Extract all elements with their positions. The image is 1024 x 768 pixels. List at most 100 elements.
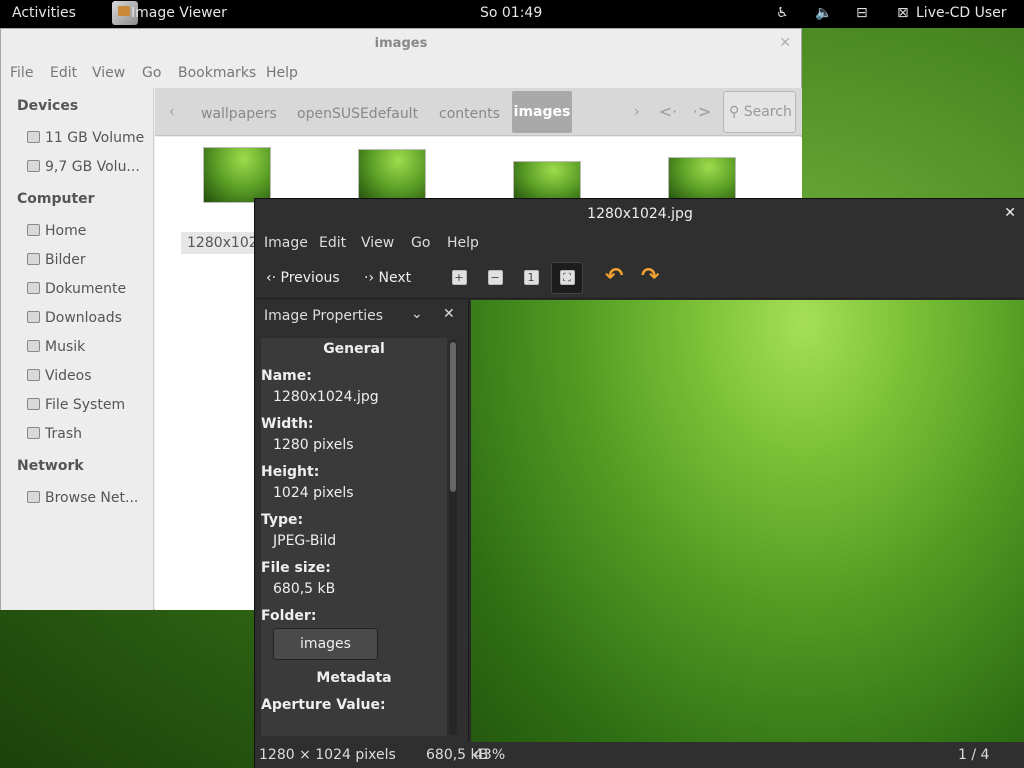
close-icon[interactable]: ✕: [779, 35, 791, 51]
volume-muted-icon[interactable]: 🔈: [815, 5, 832, 21]
metadata-heading: Metadata: [316, 670, 392, 686]
drive-icon: [27, 160, 40, 172]
zoom-out-icon[interactable]: −: [483, 266, 507, 290]
zoom-fit-icon[interactable]: ⛶: [555, 266, 579, 290]
window-title: images: [374, 36, 428, 51]
zoom-normal-icon[interactable]: 1: [519, 266, 543, 290]
file-thumbnail[interactable]: [203, 147, 271, 203]
menubar: File Edit View Go Bookmarks Help: [1, 59, 801, 87]
menu-file[interactable]: File: [10, 65, 33, 81]
menu-edit[interactable]: Edit: [319, 235, 346, 251]
height-value: 1024 pixels: [273, 485, 354, 501]
path-scroll-left-icon[interactable]: ‹: [169, 104, 175, 120]
sidebar-item-musik[interactable]: Musik: [27, 339, 152, 361]
drive-icon: [27, 131, 40, 143]
scrollbar-thumb[interactable]: [450, 342, 456, 492]
previous-icon: ‹·: [266, 270, 277, 286]
documents-folder-icon: [27, 282, 40, 294]
activities-button[interactable]: Activities: [12, 5, 76, 21]
path-item-images[interactable]: images: [512, 91, 572, 133]
pictures-folder-icon: [27, 253, 40, 265]
image-dimensions: 1280 × 1024 pixels: [259, 747, 396, 763]
aperture-label: Aperture Value:: [261, 697, 386, 713]
path-item-contents[interactable]: contents: [439, 106, 500, 122]
accessibility-icon[interactable]: ♿: [776, 5, 789, 21]
previous-button[interactable]: ‹· Previous: [266, 264, 340, 292]
general-heading: General: [323, 341, 385, 357]
zoom-in-icon[interactable]: +: [447, 266, 471, 290]
sidebar-item-downloads[interactable]: Downloads: [27, 310, 152, 332]
videos-folder-icon: [27, 369, 40, 381]
panel-title: Image Properties: [264, 308, 384, 324]
sidebar-item-volume-11gb[interactable]: 11 GB Volume: [27, 130, 152, 152]
sidebar-item-home[interactable]: Home: [27, 223, 152, 245]
toolbar: ‹· Previous ·› Next + − 1 ⛶ ↶ ↷: [255, 257, 1024, 299]
path-item-opensusedefault[interactable]: openSUSEdefault: [297, 106, 418, 122]
next-icon: ·›: [364, 270, 375, 286]
sidebar-item-trash[interactable]: Trash: [27, 426, 152, 448]
menu-view[interactable]: View: [361, 235, 394, 251]
search-icon: ⚲: [729, 104, 740, 120]
menu-go[interactable]: Go: [142, 65, 161, 81]
close-icon[interactable]: ✕: [443, 306, 455, 322]
window-title: 1280x1024.jpg: [255, 199, 1024, 229]
name-label: Name:: [261, 368, 312, 384]
rotate-left-icon[interactable]: ↶: [605, 264, 623, 289]
zoom-level: 43%: [474, 747, 506, 763]
sidebar-item-bilder[interactable]: Bilder: [27, 252, 152, 274]
path-item-wallpapers[interactable]: wallpapers: [201, 106, 277, 122]
type-label: Type:: [261, 512, 304, 528]
menu-bookmarks[interactable]: Bookmarks: [178, 65, 256, 81]
chevron-down-icon[interactable]: ⌄: [411, 306, 423, 322]
path-bar: ‹ wallpapers openSUSEdefault contents im…: [155, 88, 802, 136]
menu-edit[interactable]: Edit: [50, 65, 77, 81]
network-icon: [27, 491, 40, 503]
width-value: 1280 pixels: [273, 437, 354, 453]
menubar: Image Edit View Go Help: [255, 229, 1024, 257]
name-value: 1280x1024.jpg: [273, 389, 379, 405]
width-label: Width:: [261, 416, 314, 432]
sidebar-item-browse-network[interactable]: Browse Net...: [27, 490, 152, 512]
network-icon[interactable]: ⊟: [856, 5, 868, 21]
user-icon[interactable]: ⊠: [897, 5, 909, 21]
scrollbar[interactable]: [449, 340, 457, 735]
back-icon[interactable]: <·: [654, 98, 682, 126]
clock[interactable]: So 01:49: [480, 5, 542, 21]
forward-icon[interactable]: ·>: [688, 98, 716, 126]
trash-icon: [27, 427, 40, 439]
properties-list: General Name: 1280x1024.jpg Width: 1280 …: [261, 338, 447, 736]
sidebar-item-file-system[interactable]: File System: [27, 397, 152, 419]
file-thumbnail[interactable]: [668, 157, 736, 203]
type-value: JPEG-Bild: [273, 533, 337, 549]
file-thumbnail[interactable]: [513, 161, 581, 203]
image-position: 1 / 4: [958, 747, 990, 763]
search-button[interactable]: ⚲ Search: [723, 91, 796, 133]
image-display[interactable]: [471, 300, 1024, 742]
folder-label: Folder:: [261, 608, 317, 624]
menu-help[interactable]: Help: [266, 65, 298, 81]
user-menu[interactable]: Live-CD User: [916, 5, 1007, 21]
sidebar-item-dokumente[interactable]: Dokumente: [27, 281, 152, 303]
music-folder-icon: [27, 340, 40, 352]
network-heading: Network: [17, 458, 84, 474]
file-thumbnail[interactable]: [358, 149, 426, 203]
close-icon[interactable]: ✕: [1004, 205, 1016, 221]
file-size-value: 680,5 kB: [273, 581, 336, 597]
app-menu-button[interactable]: Image Viewer: [131, 5, 227, 21]
sidebar-item-videos[interactable]: Videos: [27, 368, 152, 390]
menu-go[interactable]: Go: [411, 235, 430, 251]
folder-button[interactable]: images: [273, 628, 378, 660]
menu-view[interactable]: View: [92, 65, 125, 81]
image-viewer-window: 1280x1024.jpg ✕ Image Edit View Go Help …: [254, 198, 1024, 768]
places-sidebar: Devices 11 GB Volume 9,7 GB Volu... Comp…: [1, 88, 154, 610]
rotate-right-icon[interactable]: ↷: [641, 264, 659, 289]
downloads-folder-icon: [27, 311, 40, 323]
path-scroll-right-icon[interactable]: ›: [634, 104, 640, 120]
file-size-label: File size:: [261, 560, 331, 576]
top-bar: Activities Image Viewer So 01:49 ♿ 🔈 ⊟ ⊠…: [0, 0, 1024, 28]
next-button[interactable]: ·› Next: [364, 264, 411, 292]
image-properties-panel: Image Properties ⌄ ✕ General Name: 1280x…: [255, 300, 469, 742]
menu-help[interactable]: Help: [447, 235, 479, 251]
menu-image[interactable]: Image: [264, 235, 308, 251]
sidebar-item-volume-9gb[interactable]: 9,7 GB Volu...: [27, 159, 152, 181]
